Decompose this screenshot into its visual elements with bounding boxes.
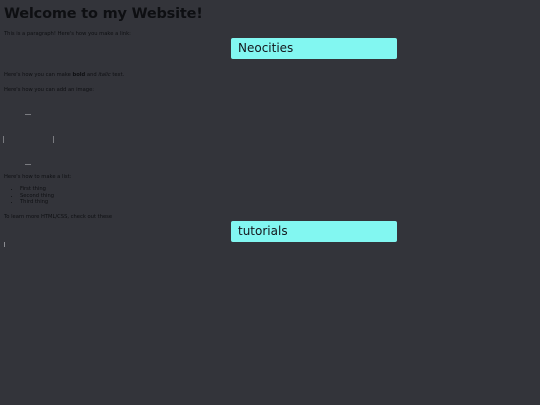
learn-more-paragraph: To learn more HTML/CSS, check out these bbox=[4, 214, 113, 220]
formatting-text-prefix: Here's how you can make bbox=[4, 72, 73, 78]
formatting-text-mid: and bbox=[85, 72, 99, 78]
bold-text: bold bbox=[72, 72, 86, 78]
broken-image bbox=[3, 113, 55, 169]
list-intro: Here's how to make a list: bbox=[4, 174, 72, 180]
image-frame-right bbox=[53, 136, 54, 143]
list-item: Third thing bbox=[20, 199, 54, 206]
image-frame-bottom bbox=[25, 164, 31, 165]
page-title: Welcome to my Website! bbox=[4, 6, 203, 22]
image-frame-top bbox=[25, 114, 31, 115]
intro-paragraph: This is a paragraph! Here's how you make… bbox=[4, 31, 131, 37]
example-list: First thing Second thing Third thing bbox=[8, 186, 54, 206]
tutorials-link[interactable]: tutorials bbox=[231, 221, 397, 242]
text-cursor bbox=[4, 242, 5, 247]
image-paragraph: Here's how you can add an image: bbox=[4, 87, 95, 93]
italic-text: italic bbox=[98, 72, 111, 78]
formatting-paragraph: Here's how you can make bold and italic … bbox=[4, 72, 124, 79]
formatting-text-suffix: text. bbox=[110, 72, 125, 78]
image-frame-left bbox=[3, 136, 4, 143]
neocities-link[interactable]: Neocities bbox=[231, 38, 397, 59]
